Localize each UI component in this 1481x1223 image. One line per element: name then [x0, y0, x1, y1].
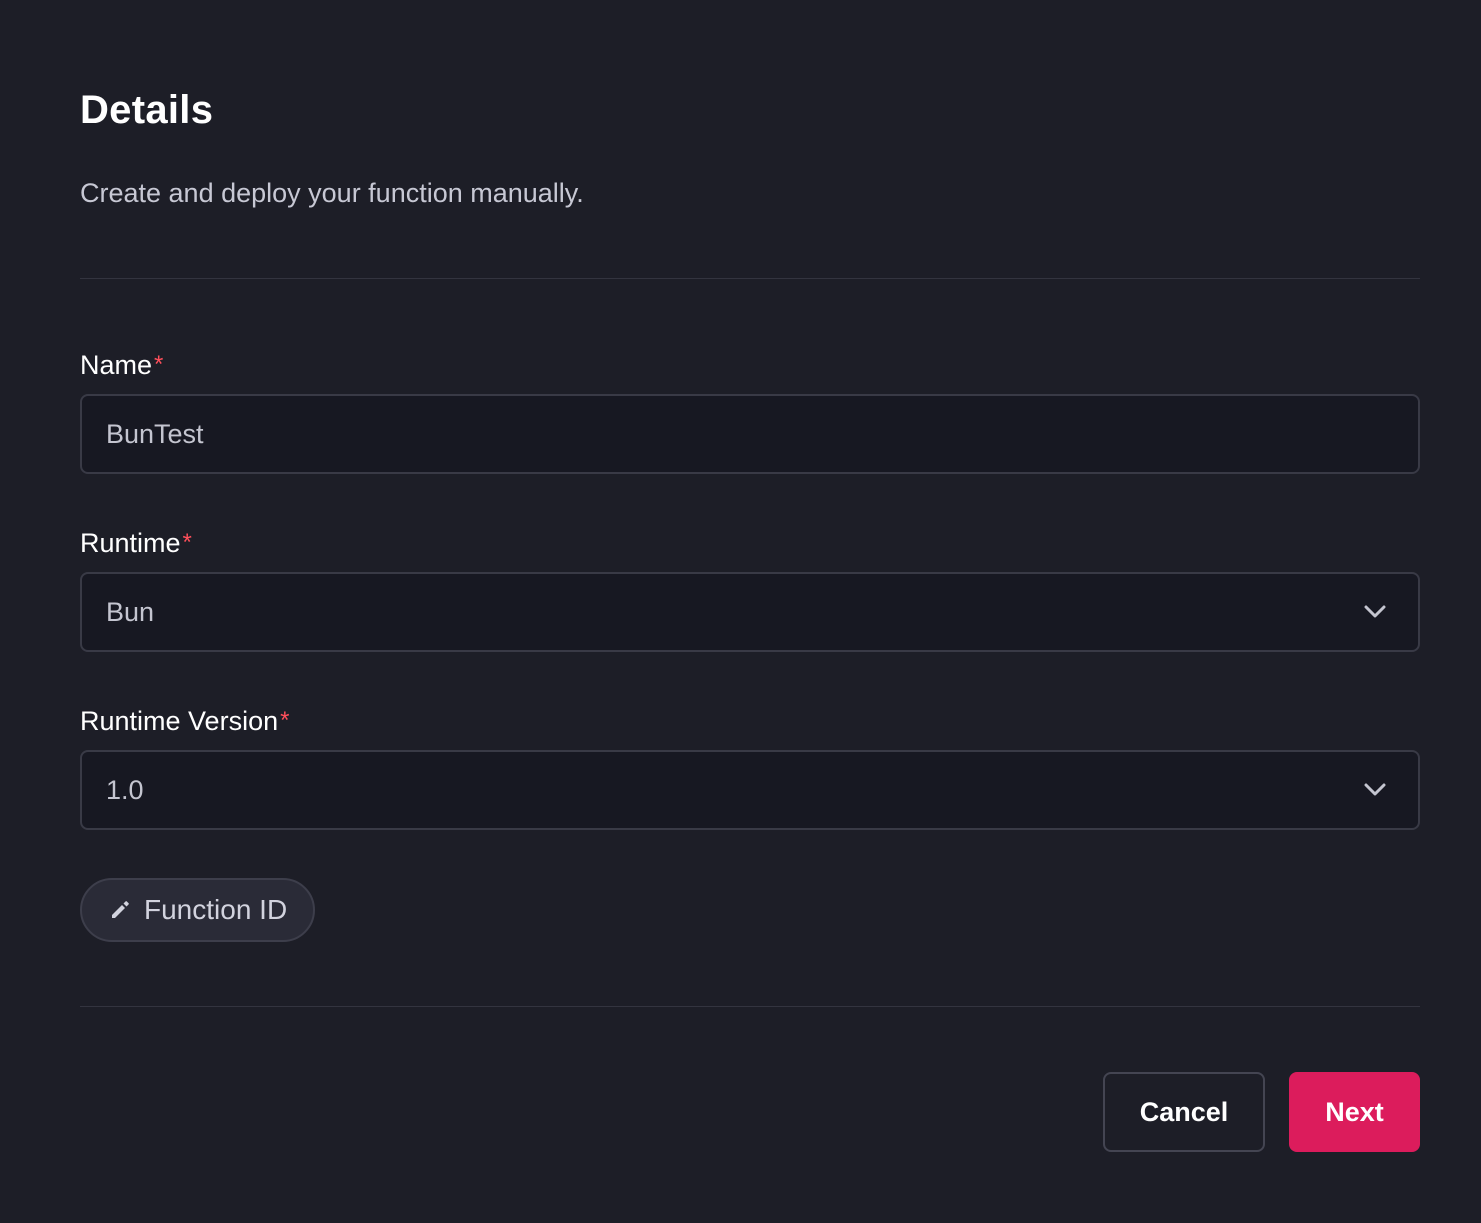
- runtime-version-label-text: Runtime Version: [80, 706, 279, 736]
- function-id-button[interactable]: Function ID: [80, 878, 316, 942]
- page-subtitle: Create and deploy your function manually…: [80, 178, 584, 208]
- runtime-version-label: Runtime Version*: [80, 704, 289, 738]
- chevron-down-icon: [1364, 779, 1386, 801]
- runtime-select[interactable]: Bun: [80, 572, 1420, 652]
- name-label: Name*: [80, 348, 163, 382]
- next-button[interactable]: Next: [1289, 1072, 1420, 1152]
- function-id-label: Function ID: [144, 894, 288, 925]
- required-mark: *: [280, 707, 290, 734]
- cancel-button[interactable]: Cancel: [1103, 1072, 1265, 1152]
- name-input-value: BunTest: [106, 418, 204, 449]
- name-input[interactable]: BunTest: [80, 394, 1420, 474]
- runtime-label: Runtime*: [80, 526, 192, 560]
- runtime-label-text: Runtime: [80, 528, 181, 558]
- chevron-down-icon: [1364, 601, 1386, 623]
- required-mark: *: [182, 529, 192, 556]
- runtime-version-select[interactable]: 1.0: [80, 750, 1420, 830]
- bottom-divider: [80, 1006, 1420, 1007]
- name-label-text: Name: [80, 350, 153, 380]
- page-title: Details: [80, 88, 214, 132]
- top-divider: [80, 278, 1420, 279]
- runtime-select-value: Bun: [106, 596, 155, 627]
- runtime-version-select-value: 1.0: [106, 774, 144, 805]
- pencil-icon: [108, 898, 132, 922]
- required-mark: *: [154, 351, 164, 378]
